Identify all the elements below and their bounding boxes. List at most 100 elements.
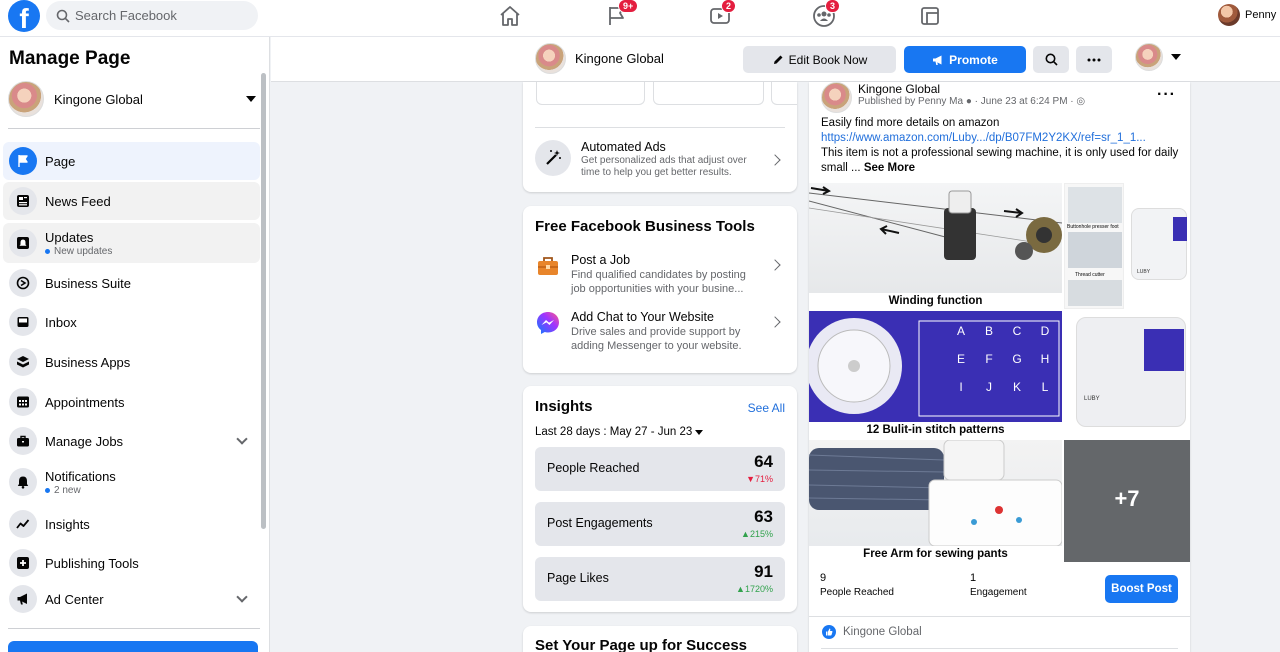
post-link[interactable]: https://www.amazon.com/Luby.../dp/B07FM2… (821, 132, 1146, 144)
promote-label: Promote (949, 52, 998, 67)
metric-post-engagements[interactable]: Post Engagements 63 ▲215% (535, 502, 785, 546)
thumb-label: Buttonhole presser foot (1067, 224, 1119, 230)
sidebar-item-ad-center[interactable]: Ad Center (3, 580, 260, 618)
metric-people-reached[interactable]: People Reached 64 ▼71% (535, 447, 785, 491)
date-range-selector[interactable]: Last 28 days : May 27 - Jun 23 (535, 426, 704, 438)
like-icon (822, 625, 836, 639)
stitch-letter: B (984, 324, 993, 338)
stitch-letter: I (959, 380, 963, 394)
page-title[interactable]: Kingone Global (535, 43, 664, 74)
suggestion-tile[interactable] (536, 82, 645, 105)
post-photo-free-arm[interactable]: Free Arm for sewing pants (809, 440, 1062, 562)
chevron-right-icon[interactable] (769, 154, 781, 166)
post-photo-winding[interactable]: Winding function (809, 183, 1062, 309)
page-profile-switcher[interactable] (1135, 43, 1181, 71)
insights-icon (16, 519, 30, 529)
see-all-link[interactable]: See All (748, 401, 785, 415)
updates-icon (17, 237, 29, 249)
sidebar-promote-button[interactable] (8, 641, 258, 652)
free-business-tools-card: Free Facebook Business Tools Post a Job … (523, 206, 797, 373)
magic-wand-icon (535, 140, 571, 176)
see-more-link[interactable]: See More (864, 162, 915, 174)
pencil-icon (773, 55, 783, 64)
sidebar-item-notifications[interactable]: Notifications 2 new (3, 462, 260, 502)
home-nav[interactable] (498, 4, 522, 28)
chevron-down-icon[interactable] (236, 591, 248, 603)
facebook-logo[interactable]: f (8, 0, 40, 32)
add-chat-item[interactable]: Add Chat to Your Website Drive sales and… (535, 310, 785, 353)
photo-caption: 12 Bulit-in stitch patterns (809, 422, 1062, 438)
presser-foot-image (1068, 187, 1122, 223)
gaming-nav[interactable] (918, 4, 942, 28)
suggestion-tile[interactable] (653, 82, 764, 105)
top-navigation-bar: f 9+ 2 3 Penny (0, 0, 1280, 37)
post-thumb-accessories[interactable]: Buttonhole presser foot Thread cutter (1064, 183, 1124, 309)
automated-ads-link[interactable]: Automated Ads Get personalized ads that … (581, 140, 756, 179)
post-author-avatar[interactable] (821, 82, 852, 113)
page-title-text: Kingone Global (575, 51, 664, 66)
sidebar-title: Manage Page (9, 48, 131, 69)
metric-change-value: 71% (754, 474, 773, 484)
page-switcher[interactable]: Kingone Global (8, 81, 260, 117)
post-thumb-more[interactable]: +7 (1064, 440, 1190, 562)
pages-nav[interactable]: 9+ (605, 0, 639, 28)
suggestion-tile[interactable] (771, 82, 797, 105)
manage-page-sidebar: Manage Page Kingone Global Page News Fee… (0, 37, 270, 652)
sidebar-item-label: Manage Jobs (45, 433, 124, 449)
tool-title: Post a Job (571, 253, 631, 267)
groups-nav[interactable]: 3 (812, 0, 841, 28)
tool-desc: Drive sales and provide support by addin… (571, 326, 742, 352)
sidebar-item-updates[interactable]: Updates New updates (3, 223, 260, 263)
post-author[interactable]: Kingone Global (858, 82, 940, 96)
post-date[interactable]: June 23 at 6:24 PM (981, 96, 1068, 107)
groups-badge: 3 (825, 0, 841, 13)
sidebar-item-inbox[interactable]: Inbox (3, 303, 260, 341)
calendar-icon (17, 396, 29, 408)
stat-label: Engagement (970, 587, 1027, 598)
search-page-button[interactable] (1033, 46, 1069, 73)
stitch-letter: F (985, 352, 993, 366)
sidebar-item-business-suite[interactable]: Business Suite (3, 264, 260, 302)
boost-post-button[interactable]: Boost Post (1105, 575, 1178, 603)
post-thumb-machine-1[interactable]: LUBY (1125, 183, 1190, 309)
thread-cutter-image (1068, 232, 1122, 268)
post-a-job-item[interactable]: Post a Job Find qualified candidates by … (535, 253, 785, 296)
insights-card: Insights See All Last 28 days : May 27 -… (523, 386, 797, 612)
watch-badge: 2 (721, 0, 737, 13)
card-title: Free Facebook Business Tools (535, 218, 755, 235)
thumb-label: LUBY (1084, 396, 1100, 402)
profile-shortcut[interactable]: Penny (1218, 4, 1276, 26)
promote-button[interactable]: Promote (904, 46, 1026, 73)
stat-value: 1 (970, 572, 977, 584)
sidebar-item-news-feed[interactable]: News Feed (3, 182, 260, 220)
watch-nav[interactable]: 2 (708, 0, 737, 28)
sidebar-item-label: News Feed (45, 193, 111, 209)
sidebar-item-appointments[interactable]: Appointments (3, 383, 260, 421)
post-more-icon[interactable]: ··· (1157, 86, 1176, 104)
sidebar-scrollbar[interactable] (261, 73, 266, 529)
sidebar-item-insights[interactable]: Insights (3, 505, 260, 543)
post-thumb-machine-2[interactable]: LUBY (1064, 311, 1190, 438)
post-photo-stitch[interactable]: A B C D E F G H I J K L 12 Bulit-in stitch patterns (809, 311, 1062, 438)
more-options-button[interactable] (1076, 46, 1112, 73)
stitch-letter: C (1012, 324, 1022, 338)
edit-book-now-button[interactable]: Edit Book Now (743, 46, 896, 73)
search-box[interactable] (46, 1, 258, 30)
sidebar-item-label: Inbox (45, 314, 77, 330)
metric-page-likes[interactable]: Page Likes 91 ▲1720% (535, 557, 785, 601)
post-footer-name[interactable]: Kingone Global (843, 626, 922, 638)
search-input[interactable] (75, 8, 245, 23)
briefcase-icon (538, 257, 558, 275)
machine-panel (1144, 329, 1184, 371)
sidebar-item-business-apps[interactable]: Business Apps (3, 343, 260, 381)
megaphone-icon (933, 55, 942, 65)
sidebar-item-page[interactable]: Page (3, 142, 260, 180)
sidebar-item-publishing-tools[interactable]: Publishing Tools (3, 544, 260, 582)
automated-ads-card: Automated Ads Get personalized ads that … (523, 82, 797, 192)
sidebar-item-manage-jobs[interactable]: Manage Jobs (3, 422, 260, 460)
chevron-down-icon[interactable] (236, 433, 248, 445)
page-avatar (8, 81, 44, 117)
stitch-letter: D (1040, 324, 1050, 338)
up-arrow-icon: ▲ (741, 529, 750, 539)
caret-down-icon (695, 429, 704, 435)
